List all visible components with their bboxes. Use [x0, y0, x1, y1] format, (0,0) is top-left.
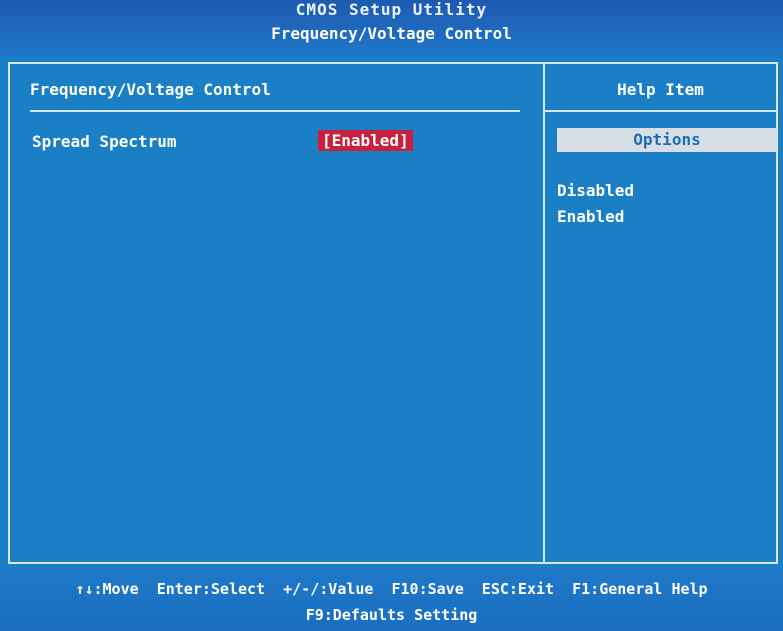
section-title: Frequency/Voltage Control: [30, 80, 271, 99]
option-disabled: Disabled: [557, 181, 635, 200]
help-item-title: Help Item: [617, 80, 704, 99]
spread-spectrum-label[interactable]: Spread Spectrum: [32, 132, 177, 151]
page-title: Frequency/Voltage Control: [271, 24, 512, 43]
spread-spectrum-value[interactable]: [Enabled]: [318, 130, 413, 151]
key-hints-line: ↑↓:Move Enter:Select +/-/:Value F10:Save…: [75, 580, 708, 598]
main-frame: Frequency/Voltage Control Spread Spectru…: [8, 62, 778, 564]
panel-divider: [543, 64, 545, 562]
options-list: Disabled Enabled: [557, 178, 634, 230]
title-bar: CMOS Setup Utility Frequency/Voltage Con…: [0, 0, 783, 58]
help-divider: [545, 110, 776, 112]
app-title: CMOS Setup Utility: [295, 0, 488, 19]
defaults-hint: F9:Defaults Setting: [305, 606, 478, 624]
options-header: Options: [557, 128, 777, 152]
option-enabled: Enabled: [557, 207, 625, 226]
section-divider: [30, 110, 520, 112]
key-help-footer: ↑↓:Move Enter:Select +/-/:Value F10:Save…: [0, 568, 783, 631]
